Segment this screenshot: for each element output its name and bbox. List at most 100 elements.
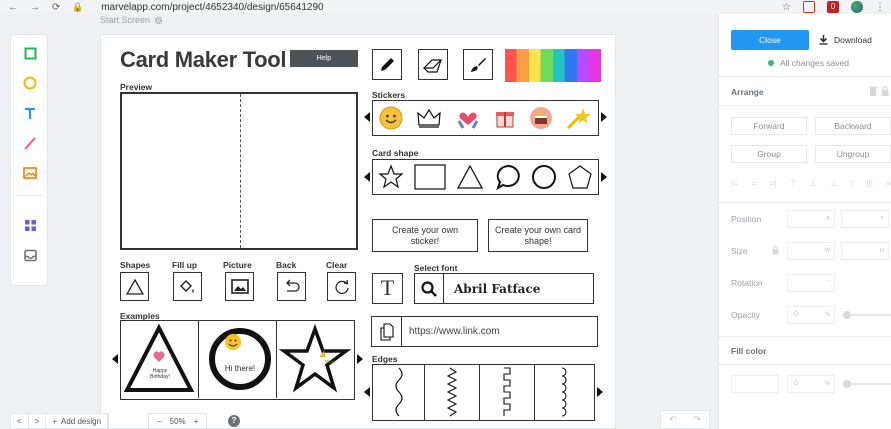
screen-name[interactable]: Start Screen bbox=[100, 15, 163, 25]
edges-next-icon[interactable] bbox=[597, 387, 603, 397]
stickers-next-icon[interactable] bbox=[601, 112, 607, 122]
triangle-shape-icon[interactable] bbox=[456, 164, 484, 190]
speech-bubble-shape-icon[interactable] bbox=[495, 164, 521, 190]
ellipse-tool[interactable] bbox=[22, 75, 38, 91]
heart-hands-sticker-icon[interactable] bbox=[455, 107, 481, 129]
circle-shape-icon[interactable] bbox=[531, 164, 557, 190]
edge-wavy[interactable] bbox=[373, 365, 425, 420]
edge-zigzag[interactable] bbox=[425, 365, 480, 420]
next-screen-button[interactable]: > bbox=[29, 414, 47, 428]
size-width-field[interactable]: W bbox=[787, 242, 835, 260]
paint-bucket-icon bbox=[179, 279, 194, 293]
lock-small-icon[interactable] bbox=[881, 86, 889, 96]
stickers-prev-icon[interactable] bbox=[364, 112, 370, 122]
fill-color-swatch[interactable] bbox=[731, 375, 779, 393]
ungroup-button[interactable]: Ungroup bbox=[815, 145, 891, 163]
card-preview[interactable] bbox=[120, 92, 358, 250]
prev-screen-button[interactable]: < bbox=[11, 414, 29, 428]
opacity-field[interactable]: 0 % bbox=[787, 306, 835, 324]
brush-button[interactable] bbox=[463, 49, 493, 80]
align-left-icon[interactable]: |= bbox=[731, 179, 738, 188]
close-button[interactable]: Close bbox=[731, 30, 809, 50]
color-palette[interactable] bbox=[505, 49, 601, 82]
rotation-field[interactable]: ° bbox=[787, 274, 835, 292]
line-tool[interactable] bbox=[22, 135, 38, 151]
redo-button[interactable]: ↷ bbox=[693, 414, 701, 425]
rectangle-tool[interactable] bbox=[22, 45, 38, 61]
group-button[interactable]: Group bbox=[731, 145, 807, 163]
menu-icon[interactable]: ⋮ bbox=[875, 2, 885, 13]
fill-opacity-slider-handle[interactable] bbox=[843, 380, 851, 388]
create-sticker-button[interactable]: Create your own sticker! bbox=[372, 219, 478, 252]
crown-sticker-icon[interactable] bbox=[416, 107, 442, 129]
distribute-horizontal-icon[interactable]: ||| bbox=[867, 179, 873, 188]
undo-button[interactable]: ↶ bbox=[669, 414, 677, 425]
link-document-button[interactable] bbox=[372, 317, 402, 346]
position-y-field[interactable]: Y bbox=[841, 210, 889, 228]
clear-button[interactable] bbox=[327, 272, 356, 301]
font-selector[interactable]: Abril Fatface bbox=[414, 273, 594, 304]
cake-sticker-icon[interactable] bbox=[529, 106, 553, 130]
back-button[interactable] bbox=[277, 272, 306, 301]
example-circle-card[interactable]: Hi there! bbox=[199, 321, 277, 398]
example-star-card[interactable]: Wow bbox=[277, 321, 355, 398]
trash-icon[interactable] bbox=[869, 86, 877, 96]
example-triangle-card[interactable]: Happy Birthday! bbox=[121, 321, 199, 398]
backward-button[interactable]: Backward bbox=[815, 117, 891, 135]
profile-avatar[interactable] bbox=[851, 1, 863, 13]
square-shape-icon[interactable] bbox=[414, 164, 446, 190]
edge-square-wave[interactable] bbox=[480, 365, 535, 420]
forward-arrow-icon[interactable]: → bbox=[30, 2, 40, 13]
zoom-out-button[interactable]: − bbox=[157, 417, 162, 426]
edges-prev-icon[interactable] bbox=[364, 387, 370, 397]
gift-sticker-icon[interactable] bbox=[494, 107, 516, 129]
shooting-star-sticker-icon[interactable] bbox=[566, 106, 592, 130]
create-shape-button[interactable]: Create your own card shape! bbox=[488, 219, 588, 252]
help-center-button[interactable]: ? bbox=[225, 413, 243, 429]
zoom-in-button[interactable]: + bbox=[194, 417, 199, 426]
align-middle-icon[interactable]: ⊥ bbox=[810, 179, 817, 188]
align-right-icon[interactable]: =| bbox=[769, 179, 776, 188]
back-arrow-icon[interactable]: ← bbox=[8, 2, 18, 13]
design-canvas[interactable]: Card Maker Tool Help Preview Shapes Fill… bbox=[100, 34, 616, 429]
text-tool[interactable] bbox=[22, 105, 38, 121]
edge-scalloped[interactable] bbox=[535, 365, 590, 420]
examples-prev-icon[interactable] bbox=[112, 354, 118, 364]
extension-icon[interactable] bbox=[803, 1, 815, 13]
opacity-slider-handle[interactable] bbox=[843, 311, 851, 319]
size-height-field[interactable]: H bbox=[841, 242, 889, 260]
align-center-icon[interactable]: = bbox=[751, 179, 756, 188]
text-tool-button[interactable]: T bbox=[372, 273, 403, 304]
align-bottom-icon[interactable]: ⊥ bbox=[831, 179, 838, 188]
link-input[interactable]: https://www.link.com bbox=[371, 316, 598, 347]
add-design-button[interactable]: + Add design bbox=[46, 414, 109, 428]
star-icon[interactable]: ☆ bbox=[782, 2, 791, 13]
address-bar[interactable]: marvelapp.com/project/4652340/design/656… bbox=[101, 2, 323, 13]
examples-next-icon[interactable] bbox=[357, 354, 363, 364]
help-button[interactable]: Help bbox=[290, 50, 358, 67]
aspect-lock-icon[interactable] bbox=[772, 246, 779, 255]
eraser-button[interactable] bbox=[418, 49, 448, 80]
gear-icon[interactable] bbox=[154, 16, 163, 25]
align-top-icon[interactable]: ⊤ bbox=[790, 179, 797, 188]
star-shape-icon[interactable] bbox=[378, 164, 404, 190]
image-tool[interactable] bbox=[22, 165, 38, 181]
shapes-button[interactable] bbox=[120, 272, 149, 301]
extension-badge-icon[interactable]: 0 bbox=[827, 1, 839, 13]
inbox-tool[interactable] bbox=[22, 247, 38, 263]
components-tool[interactable] bbox=[22, 217, 38, 233]
distribute-vertical-icon[interactable]: ≡ bbox=[886, 179, 891, 188]
picture-button[interactable] bbox=[225, 272, 254, 301]
download-button[interactable]: Download bbox=[819, 30, 891, 50]
forward-button[interactable]: Forward bbox=[731, 117, 807, 135]
smiley-sticker-icon[interactable] bbox=[379, 106, 403, 130]
fill-opacity-field[interactable]: 0 % bbox=[787, 375, 835, 393]
pencil-button[interactable] bbox=[372, 49, 402, 80]
card-shape-prev-icon[interactable] bbox=[364, 172, 370, 182]
pentagon-shape-icon[interactable] bbox=[567, 164, 593, 190]
position-x-field[interactable]: X bbox=[787, 210, 835, 228]
card-shape-next-icon[interactable] bbox=[601, 172, 607, 182]
font-search-button[interactable] bbox=[415, 274, 444, 303]
reload-icon[interactable]: ⟳ bbox=[52, 2, 60, 13]
fill-up-button[interactable] bbox=[173, 272, 202, 301]
